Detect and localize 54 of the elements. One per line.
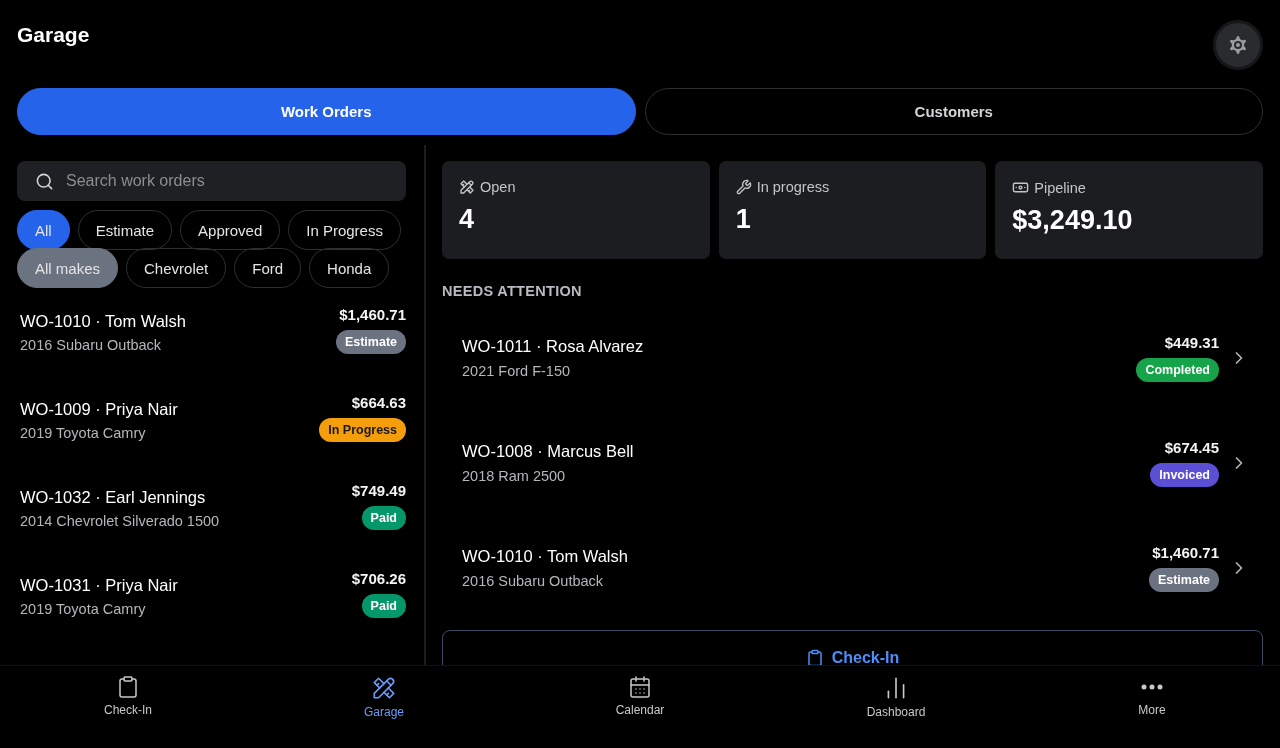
tools-icon — [459, 179, 475, 195]
search-input[interactable]: Search work orders — [64, 171, 388, 191]
vehicle-name: 2021 Ford F-150 — [462, 362, 571, 379]
search-icon — [35, 171, 54, 191]
stat-value: $3,249.10 — [1012, 205, 1134, 236]
status-badge: Estimate — [335, 330, 406, 354]
stat-label: Open — [480, 179, 516, 195]
nav-item[interactable]: Check-In — [0, 666, 256, 725]
stat-value: 1 — [735, 204, 752, 235]
section-heading: NEEDS ATTENTION — [442, 283, 583, 299]
work-order-title[interactable]: WO-1008 · Marcus Bell — [462, 441, 1141, 461]
stat-value: 4 — [459, 204, 476, 235]
stat-label: Pipeline — [1034, 179, 1086, 196]
nav-item[interactable]: Garage — [256, 666, 512, 725]
status-badge: In Progress — [319, 418, 406, 442]
search-field[interactable]: Search work orders — [17, 161, 406, 201]
status-badge: Estimate — [1148, 567, 1219, 592]
more-icon — [1141, 684, 1163, 690]
work-order-title[interactable]: WO-1009 · Priya Nair — [20, 400, 178, 419]
vehicle-name: 2014 Chevrolet Silverado 1500 — [20, 513, 220, 529]
amount: $706.26 — [351, 570, 406, 587]
app-title: Garage — [17, 23, 90, 47]
tools-icon — [371, 675, 397, 701]
nav-item[interactable]: Dashboard — [768, 666, 1024, 725]
vehicle-name: 2019 Toyota Camry — [20, 601, 147, 617]
amount: $449.31 — [1164, 333, 1219, 351]
status-badge: Invoiced — [1150, 462, 1219, 487]
settings-button[interactable] — [1213, 20, 1263, 70]
filter-chip[interactable]: All — [17, 210, 70, 250]
vehicle-name: 2016 Subaru Outback — [20, 337, 163, 353]
status-badge: Completed — [1136, 357, 1219, 382]
amount: $1,460.71 — [339, 306, 406, 323]
work-order-title[interactable]: WO-1032 · Earl Jennings — [20, 488, 220, 507]
work-order-title[interactable]: WO-1031 · Priya Nair — [20, 576, 178, 595]
status-badge: Paid — [361, 594, 406, 618]
amount: $674.45 — [1164, 438, 1219, 456]
wrench-icon — [735, 179, 752, 195]
amount: $749.49 — [351, 482, 406, 499]
vehicle-name: 2019 Toyota Camry — [20, 425, 147, 441]
vehicle-name: 2016 Subaru Outback — [462, 572, 605, 589]
status-badge: Paid — [361, 506, 406, 530]
filter-chip[interactable]: All makes — [17, 248, 119, 288]
tab[interactable]: Work Orders — [17, 88, 636, 135]
vehicle-name: 2018 Ram 2500 — [462, 467, 567, 484]
amount: $664.63 — [351, 394, 406, 411]
amount: $1,460.71 — [1152, 543, 1219, 561]
clipboard-icon — [116, 675, 140, 699]
nav-item[interactable]: More — [1024, 666, 1280, 725]
work-order-title[interactable]: WO-1010 · Tom Walsh — [20, 312, 186, 331]
stat-label: In progress — [756, 179, 830, 195]
work-order-title[interactable]: WO-1010 · Tom Walsh — [462, 546, 1139, 566]
nav-item[interactable]: Calendar — [512, 666, 768, 725]
calendar-icon — [628, 675, 652, 699]
work-order-title[interactable]: WO-1011 · Rosa Alvarez — [462, 336, 1127, 356]
